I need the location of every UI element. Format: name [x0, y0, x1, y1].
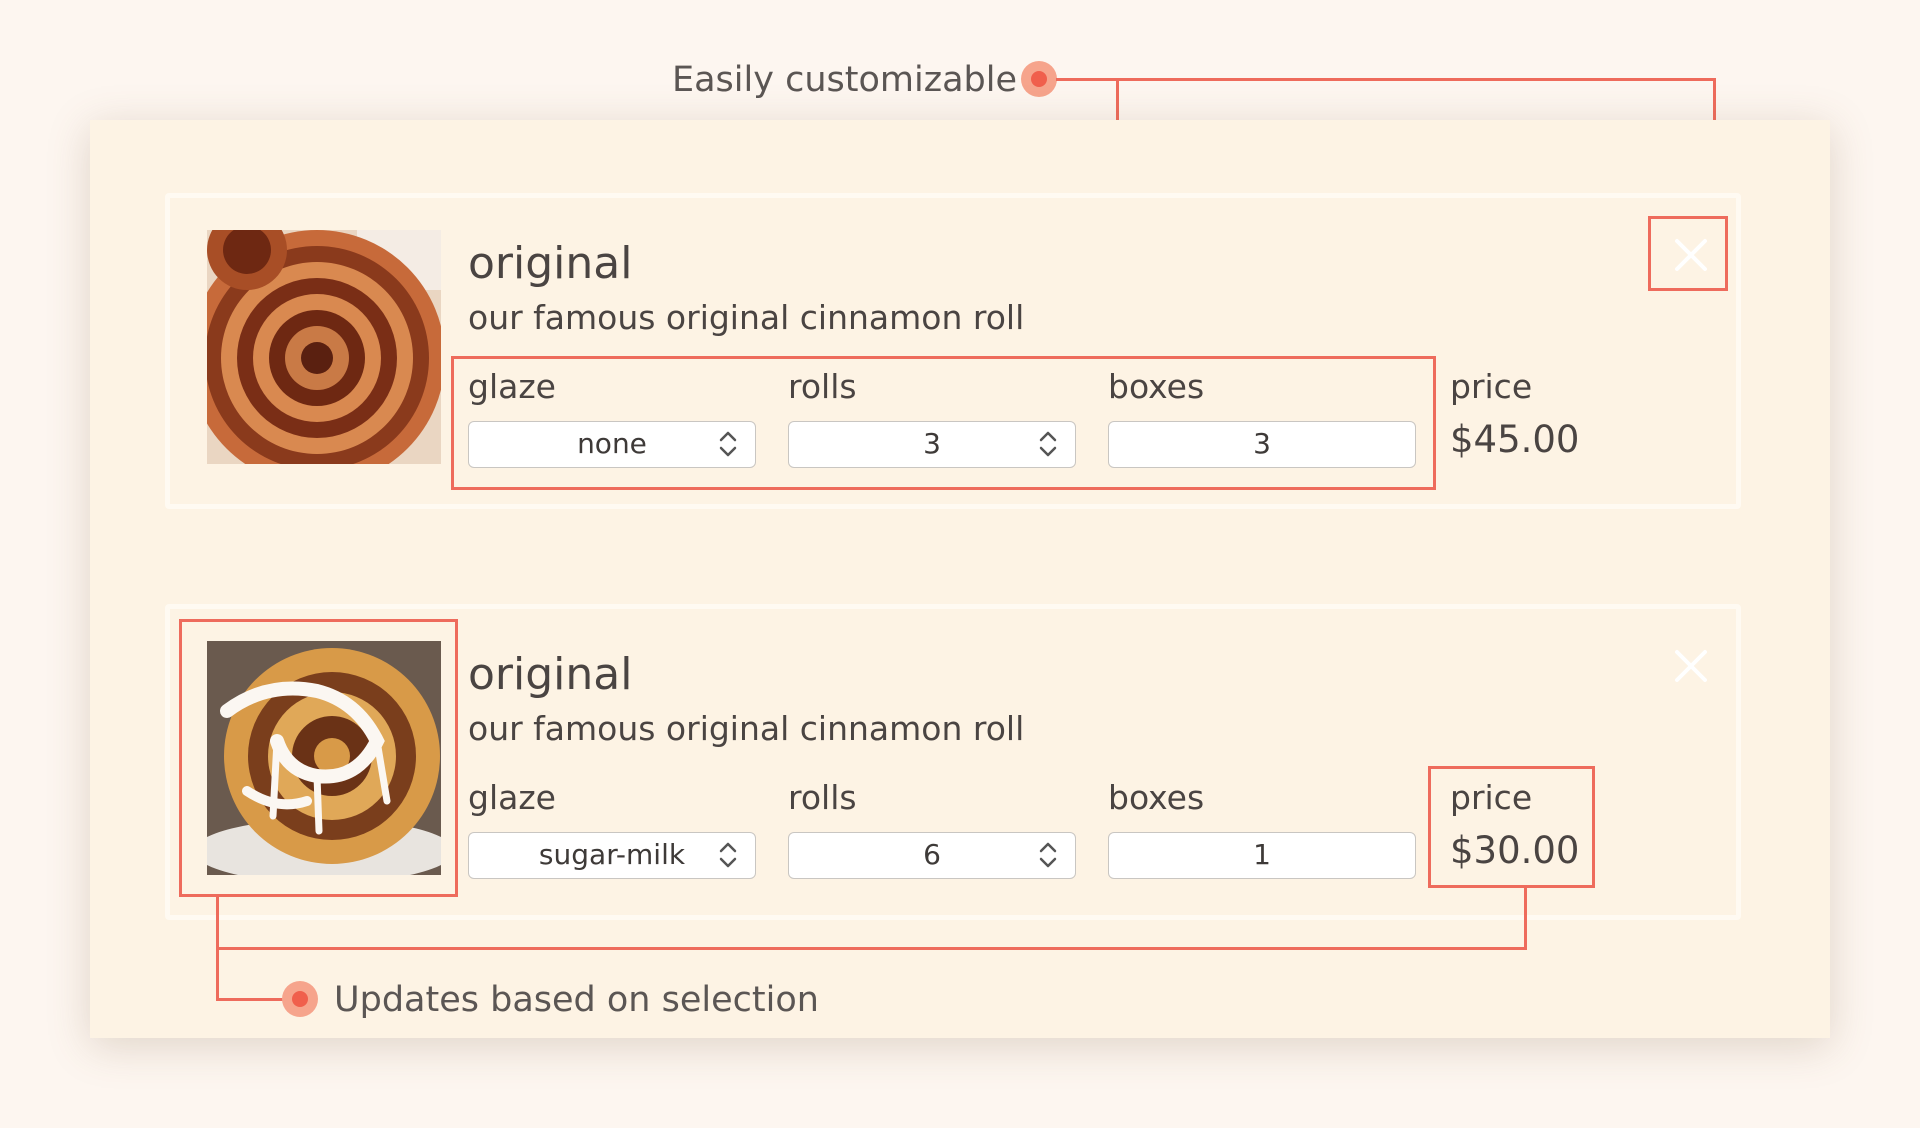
close-icon[interactable] — [1664, 639, 1718, 693]
rolls-label: rolls — [788, 367, 857, 406]
annotation-line — [216, 947, 1526, 950]
glaze-value: sugar-milk — [538, 838, 686, 871]
chevron-updown-icon — [719, 842, 737, 868]
item-title: original — [468, 238, 633, 289]
rolls-select[interactable]: 6 — [788, 832, 1076, 879]
cinnamon-roll-glazed-photo — [207, 641, 441, 875]
boxes-value: 3 — [1253, 427, 1271, 460]
glaze-value: none — [577, 427, 647, 460]
boxes-value: 1 — [1253, 838, 1271, 871]
annotation-dot-bottom — [282, 981, 318, 1017]
price-value: $45.00 — [1450, 418, 1580, 461]
annotation-customizable: Easily customizable — [672, 60, 1017, 100]
price-label: price — [1450, 367, 1533, 406]
rolls-select[interactable]: 3 — [788, 421, 1076, 468]
annotation-line — [1524, 888, 1527, 950]
price-value: $30.00 — [1450, 829, 1580, 872]
chevron-updown-icon — [1039, 842, 1057, 868]
item-description: our famous original cinnamon roll — [468, 298, 1025, 337]
glaze-select[interactable]: sugar-milk — [468, 832, 756, 879]
glaze-select[interactable]: none — [468, 421, 756, 468]
chevron-updown-icon — [1039, 431, 1057, 457]
glaze-label: glaze — [468, 367, 556, 406]
cart-item: original our famous original cinnamon ro… — [165, 193, 1741, 509]
rolls-value: 3 — [923, 427, 941, 460]
item-title: original — [468, 649, 633, 700]
item-description: our famous original cinnamon roll — [468, 709, 1025, 748]
cinnamon-roll-plain-photo — [207, 230, 441, 464]
close-icon[interactable] — [1664, 228, 1718, 282]
price-label: price — [1450, 778, 1533, 817]
annotation-dot-top — [1021, 61, 1057, 97]
rolls-value: 6 — [923, 838, 941, 871]
annotation-line — [216, 998, 284, 1001]
annotation-line — [1056, 78, 1715, 81]
boxes-input[interactable]: 3 — [1108, 421, 1416, 468]
annotation-updates: Updates based on selection — [334, 980, 819, 1020]
boxes-label: boxes — [1108, 367, 1205, 406]
rolls-label: rolls — [788, 778, 857, 817]
boxes-label: boxes — [1108, 778, 1205, 817]
glaze-label: glaze — [468, 778, 556, 817]
boxes-input[interactable]: 1 — [1108, 832, 1416, 879]
chevron-updown-icon — [719, 431, 737, 457]
cart-item: original our famous original cinnamon ro… — [165, 604, 1741, 920]
